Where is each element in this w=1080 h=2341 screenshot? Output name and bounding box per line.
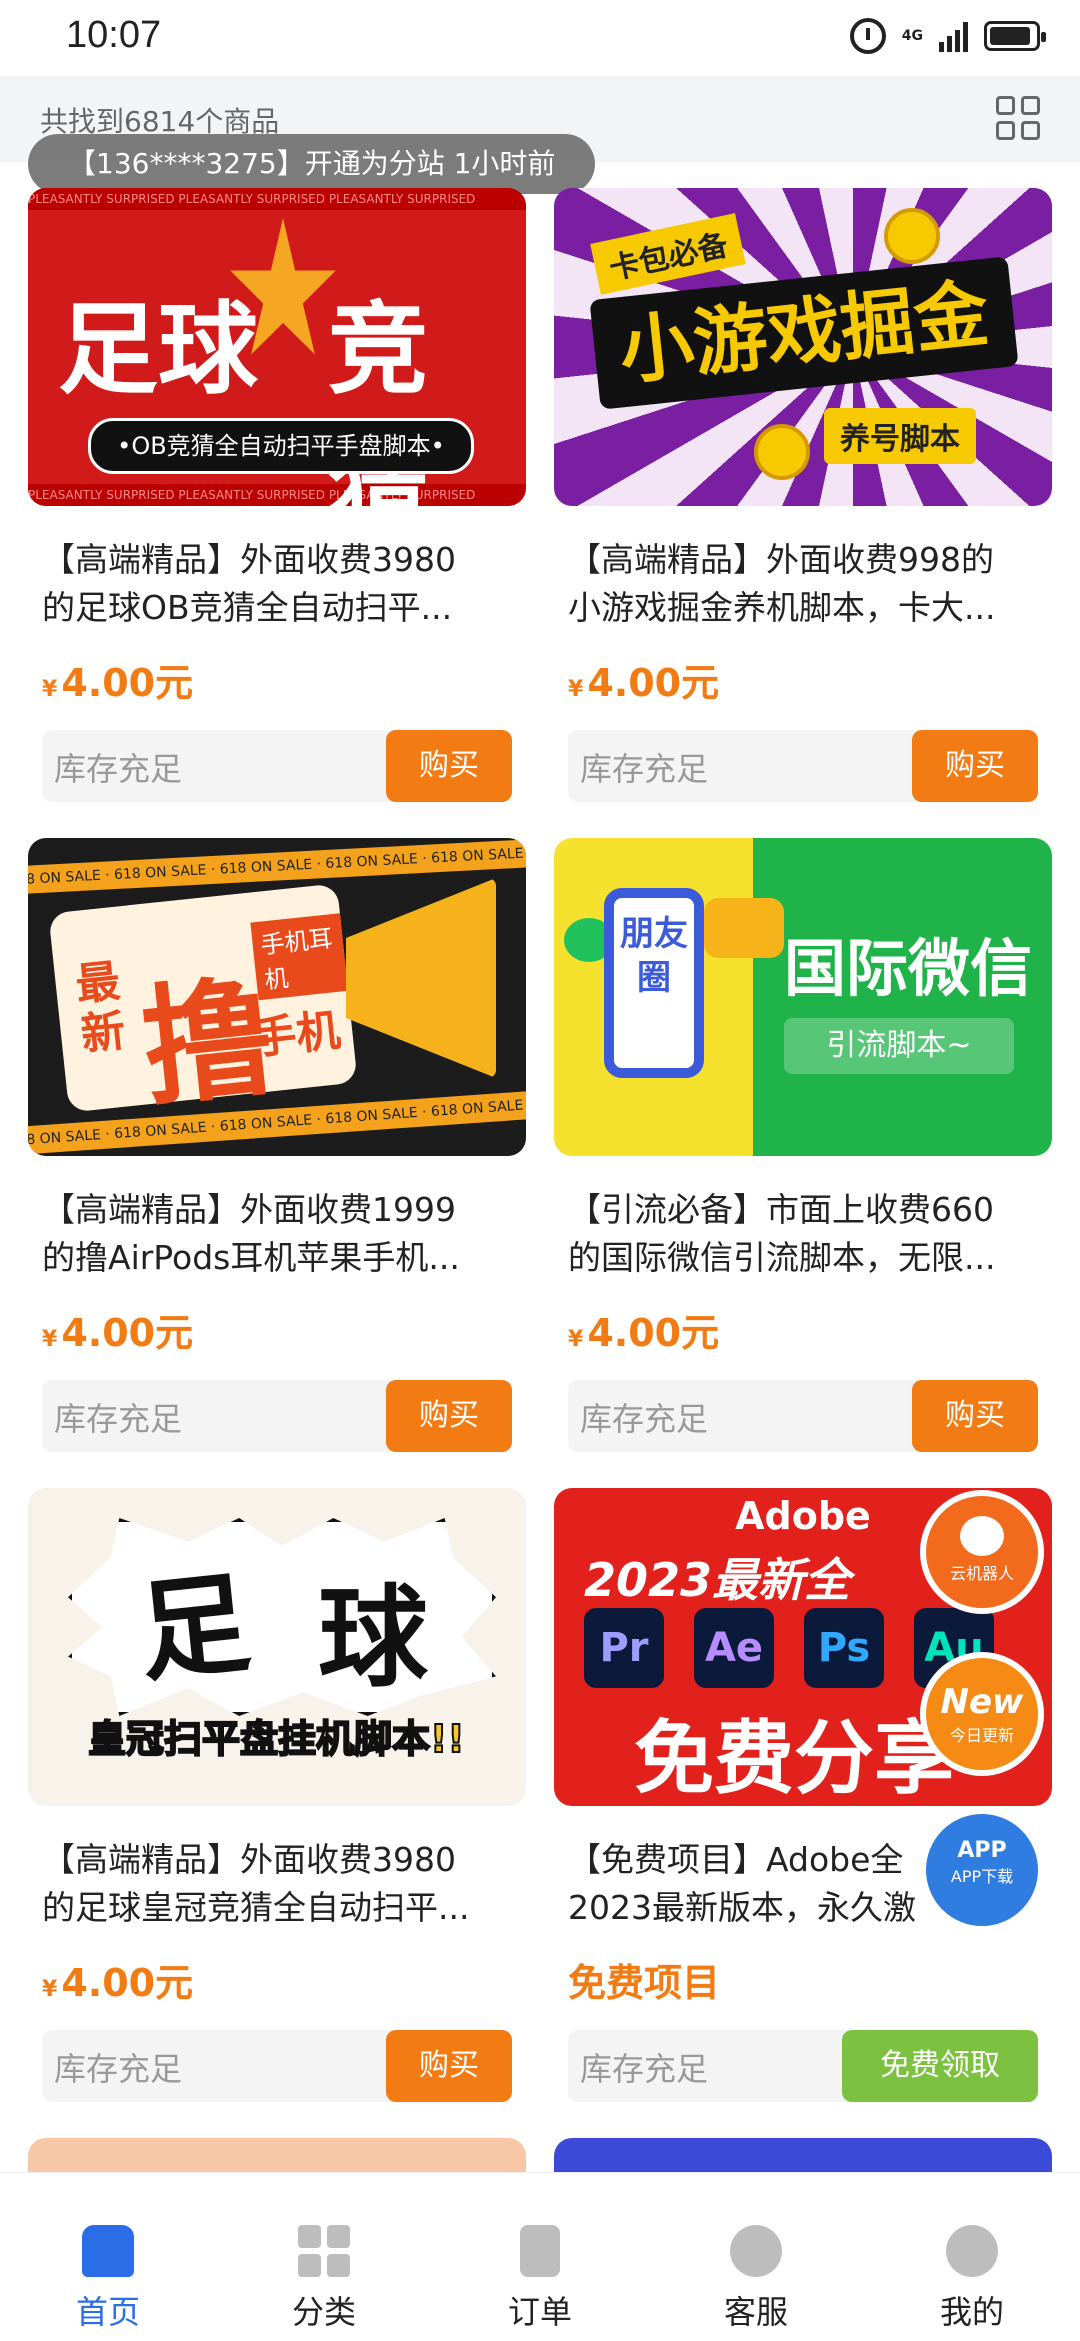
thumb-word: 球 <box>318 1574 428 1702</box>
nav-home[interactable]: 首页 <box>0 2173 216 2341</box>
stock-row: 库存充足 免费领取 <box>568 2030 1038 2102</box>
buy-button[interactable]: 购买 <box>386 730 512 802</box>
order-icon <box>520 2225 560 2277</box>
today-update-button[interactable]: New 今日更新 <box>920 1652 1044 1776</box>
signal-icon <box>939 20 968 52</box>
product-price: ¥4.00元 <box>568 1311 720 1355</box>
stock-row: 库存充足 购买 <box>568 730 1038 802</box>
buy-button[interactable]: 购买 <box>386 1380 512 1452</box>
thumb-title: 国际微信 <box>784 932 1033 1005</box>
free-claim-button[interactable]: 免费领取 <box>842 2030 1038 2102</box>
thumb-tape: 618 ON SALE · 618 ON SALE · 618 ON SALE … <box>28 838 526 895</box>
bottom-nav: 首页 分类 订单 客服 我的 <box>0 2172 1080 2341</box>
thumb-tag: 卡包必备 <box>590 213 746 295</box>
thumb-sub: 引流脚本~ <box>784 1018 1014 1074</box>
status-bar: 10:07 4G <box>0 0 1080 76</box>
megaphone-icon <box>346 878 496 1078</box>
status-time: 10:07 <box>66 14 162 56</box>
thumb-band: PLEASANTLY SURPRISED PLEASANTLY SURPRISE… <box>28 188 526 210</box>
network-type-icon: 4G <box>901 28 923 44</box>
product-title[interactable]: 【高端精品】外面收费3980 的足球OB竞猜全自动扫平... <box>28 536 526 632</box>
stock-label: 库存充足 <box>580 750 709 788</box>
product-price: ¥4.00元 <box>42 661 194 705</box>
coin-icon <box>754 424 810 480</box>
product-title[interactable]: 【高端精品】外面收费1999 的撸AirPods耳机苹果手机... <box>28 1186 526 1282</box>
photoshop-icon: Ps <box>804 1608 884 1688</box>
headset-icon <box>730 2225 782 2277</box>
product-price: ¥4.00元 <box>42 1311 194 1355</box>
buy-button[interactable]: 购买 <box>386 2030 512 2102</box>
notice-toast: 【136****3275】开通为分站 1小时前 <box>28 134 596 194</box>
thumb-sub: 养号脚本 <box>824 408 976 464</box>
robot-icon <box>960 1516 1004 1556</box>
coin-icon <box>884 208 940 264</box>
thumb-phone: 朋友圈 <box>604 888 704 1078</box>
thumb-word: 足 <box>132 1558 256 1698</box>
stock-label: 库存充足 <box>54 750 183 788</box>
product-thumbnail[interactable]: PLEASANTLY SURPRISED PLEASANTLY SURPRISE… <box>28 188 526 506</box>
stock-row: 库存充足 购买 <box>42 730 512 802</box>
profile-icon <box>946 2225 998 2277</box>
stock-row: 库存充足 购买 <box>42 2030 512 2102</box>
stock-label: 库存充足 <box>54 2050 183 2088</box>
nav-orders[interactable]: 订单 <box>432 2173 648 2341</box>
thumb-banner: 免费分享 <box>634 1712 954 1805</box>
product-thumbnail[interactable]: 卡包必备 小游戏掘金 养号脚本 <box>554 188 1052 506</box>
buy-button[interactable]: 购买 <box>912 1380 1038 1452</box>
stock-label: 库存充足 <box>580 2050 709 2088</box>
nav-category[interactable]: 分类 <box>216 2173 432 2341</box>
product-thumbnail[interactable]: 足 球 皇冠扫平盘挂机脚本!! <box>28 1488 526 1806</box>
product-price: ¥4.00元 <box>42 1961 194 2005</box>
nav-profile[interactable]: 我的 <box>864 2173 1080 2341</box>
stock-label: 库存充足 <box>54 1400 183 1438</box>
home-icon <box>82 2225 134 2277</box>
product-thumbnail[interactable]: 朋友圈 国际微信 引流脚本~ <box>554 838 1052 1156</box>
alarm-icon <box>849 18 886 54</box>
thumb-word: 足球 <box>58 291 258 408</box>
stock-row: 库存充足 购买 <box>42 1380 512 1452</box>
product-card[interactable]: 足 球 皇冠扫平盘挂机脚本!! 【高端精品】外面收费3980 的足球皇冠竞猜全自… <box>28 1488 526 2102</box>
chat-bubble-icon <box>704 898 784 958</box>
status-icons: 4G <box>849 18 1046 54</box>
product-title[interactable]: 【高端精品】外面收费998的 小游戏掘金养机脚本，卡大... <box>554 536 1052 632</box>
thumb-subtitle: 2023最新全 <box>584 1553 851 1607</box>
cloud-robot-button[interactable]: 云机器人 <box>920 1490 1044 1614</box>
thumb-ticket: 最新 撸 手机耳机 手机 <box>48 883 358 1125</box>
product-title[interactable]: 【引流必备】市面上收费660 的国际微信引流脚本，无限... <box>554 1186 1052 1282</box>
thumb-pill: •OB竞猜全自动扫平手盘脚本• <box>88 418 474 474</box>
stock-label: 库存充足 <box>580 1400 709 1438</box>
nav-service[interactable]: 客服 <box>648 2173 864 2341</box>
category-icon <box>298 2225 350 2277</box>
battery-icon <box>984 21 1046 51</box>
stock-row: 库存充足 购买 <box>568 1380 1038 1452</box>
premiere-icon: Pr <box>584 1608 664 1688</box>
product-thumbnail[interactable]: 618 ON SALE · 618 ON SALE · 618 ON SALE … <box>28 838 526 1156</box>
product-card[interactable]: PLEASANTLY SURPRISED PLEASANTLY SURPRISE… <box>28 188 526 802</box>
buy-button[interactable]: 购买 <box>912 730 1038 802</box>
after-effects-icon: Ae <box>694 1608 774 1688</box>
product-price: ¥4.00元 <box>568 661 720 705</box>
product-price: 免费项目 <box>568 1961 721 2005</box>
grid-view-icon[interactable] <box>996 96 1040 140</box>
product-title[interactable]: 【高端精品】外面收费3980 的足球皇冠竞猜全自动扫平... <box>28 1836 526 1932</box>
thumb-sub: 皇冠扫平盘挂机脚本!! <box>87 1716 466 1762</box>
app-download-button[interactable]: APP APP下载 <box>920 1808 1044 1932</box>
new-badge-icon: New <box>940 1682 1024 1722</box>
product-card[interactable]: 卡包必备 小游戏掘金 养号脚本 【高端精品】外面收费998的 小游戏掘金养机脚本… <box>554 188 1052 802</box>
app-icon: APP <box>957 1838 1007 1863</box>
product-card[interactable]: 朋友圈 国际微信 引流脚本~ 【引流必备】市面上收费660 的国际微信引流脚本，… <box>554 838 1052 1452</box>
product-card[interactable]: 618 ON SALE · 618 ON SALE · 618 ON SALE … <box>28 838 526 1452</box>
